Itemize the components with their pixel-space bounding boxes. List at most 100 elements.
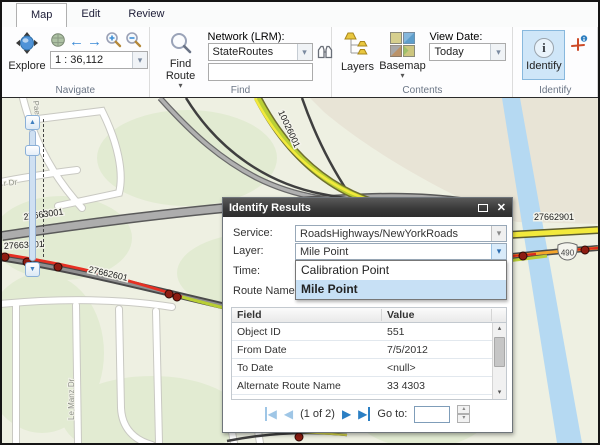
tab-edit[interactable]: Edit [67, 3, 114, 27]
goto-page-input[interactable] [414, 406, 450, 423]
find-route-magnifier-icon [169, 31, 193, 58]
table-row[interactable]: Alternate Route Name 33 4303 [232, 377, 506, 395]
street-label: Le Manz Dr [67, 378, 76, 420]
table-header: Field Value [232, 308, 506, 323]
find-route-button[interactable]: Find Route ▾ [160, 31, 202, 89]
column-header-field[interactable]: Field [232, 309, 382, 321]
last-page-button[interactable]: ▶ [358, 407, 370, 421]
map-zoom-slider: ▲ ▼ [25, 115, 47, 277]
group-navigate: Explore ← → 1 : 36,112 ▾ Navigate [2, 27, 150, 97]
route-shield-490: 490 [558, 243, 577, 260]
identify-info-icon: i [534, 38, 554, 58]
explore-icon [15, 31, 39, 60]
layer-combobox[interactable]: Mile Point ▾ [295, 243, 507, 260]
spinner-down-icon[interactable]: ▾ [457, 414, 470, 423]
chevron-down-icon[interactable]: ▾ [132, 52, 147, 68]
route-label: 27662901 [534, 212, 574, 222]
street-label: r Dr [3, 178, 18, 188]
basemap-icon [390, 32, 415, 60]
table-row[interactable]: From Date 7/5/2012 [232, 341, 506, 359]
layer-label: Layer: [233, 245, 264, 257]
group-contents: Layers Basemap ▾ View Date [332, 27, 513, 97]
table-row[interactable]: Object ID 551 [232, 323, 506, 341]
service-combobox[interactable]: RoadsHighways/NewYorkRoads ▾ [295, 225, 507, 242]
search-binoculars-icon[interactable] [317, 44, 333, 65]
view-date-combobox[interactable]: Today ▾ [429, 43, 506, 61]
dialog-title-bar[interactable]: Identify Results ✕ [223, 198, 512, 217]
attribute-table: Field Value Object ID 551 From Date 7/5/… [231, 307, 507, 400]
full-extent-globe-icon[interactable] [50, 32, 66, 53]
goto-label: Go to: [377, 408, 407, 420]
time-label: Time: [233, 265, 260, 277]
next-page-button[interactable]: ▶ [342, 407, 351, 421]
layer-dropdown-list: Calibration Point Mile Point [295, 260, 507, 300]
dialog-title: Identify Results [229, 202, 311, 214]
previous-page-button[interactable]: ◀ [284, 407, 293, 421]
tab-map[interactable]: Map [16, 3, 67, 27]
zoom-slider-up-button[interactable]: ▲ [25, 115, 40, 130]
identify-results-dialog: Identify Results ✕ Service: RoadsHighway… [222, 197, 513, 433]
application-window: Map Edit Review Explore ← [0, 0, 600, 445]
tab-review[interactable]: Review [114, 3, 178, 27]
table-scrollbar[interactable]: ▴ ▾ [492, 323, 506, 399]
route-name-label: Route Name: [233, 285, 298, 297]
service-label: Service: [233, 227, 273, 239]
layers-label: Layers [341, 61, 374, 73]
result-pager: ◀ ◀ (1 of 2) ▶ ▶ Go to: ▴ ▾ [223, 405, 512, 423]
chevron-down-icon[interactable]: ▾ [491, 226, 506, 241]
group-label-contents: Contents [332, 85, 512, 96]
layer-value: Mile Point [296, 246, 491, 258]
identify-button[interactable]: i Identify [522, 30, 565, 80]
view-date-label: View Date: [429, 31, 482, 43]
zoom-out-icon[interactable] [125, 31, 142, 53]
zoom-slider-ticks [43, 119, 44, 257]
ribbon: Explore ← → 1 : 36,112 ▾ Navigate [2, 27, 598, 97]
group-label-find: Find [150, 85, 332, 96]
chevron-down-icon: ▾ [400, 72, 404, 79]
find-route-label-line1: Find [170, 58, 191, 70]
maximize-icon[interactable] [478, 204, 488, 212]
zoom-slider-handle[interactable] [25, 145, 40, 156]
group-find: Find Route ▾ Network (LRM): StateRoutes … [150, 27, 333, 97]
service-value: RoadsHighways/NewYorkRoads [296, 228, 491, 240]
group-label-identify: Identify [513, 85, 597, 96]
zoom-slider-down-button[interactable]: ▼ [25, 262, 40, 277]
dropdown-option-calibration-point[interactable]: Calibration Point [296, 261, 506, 280]
chevron-down-icon[interactable]: ▾ [490, 44, 505, 60]
chevron-down-icon[interactable]: ▾ [491, 244, 506, 259]
group-identify: i Identify Identify [513, 27, 598, 97]
svg-text:490: 490 [561, 249, 575, 258]
route-input[interactable] [208, 63, 313, 81]
spinner-up-icon[interactable]: ▴ [457, 405, 470, 414]
chevron-down-icon[interactable]: ▾ [297, 44, 312, 60]
network-lrm-value: StateRoutes [209, 46, 297, 58]
table-row[interactable]: To Date <null> [232, 359, 506, 377]
network-lrm-combobox[interactable]: StateRoutes ▾ [208, 43, 313, 61]
previous-extent-icon[interactable]: ← [69, 34, 84, 50]
goto-spinner: ▴ ▾ [457, 405, 470, 423]
identify-route-locations-icon[interactable] [570, 34, 588, 57]
layers-icon [344, 32, 370, 61]
basemap-button[interactable]: Basemap ▾ [380, 32, 424, 79]
explore-button[interactable]: Explore [6, 31, 48, 72]
page-indicator: (1 of 2) [300, 408, 335, 420]
first-page-button[interactable]: ◀ [265, 407, 277, 421]
explore-label: Explore [8, 60, 45, 72]
scroll-down-icon[interactable]: ▾ [493, 387, 506, 399]
network-lrm-label: Network (LRM): [208, 31, 285, 43]
group-label-navigate: Navigate [2, 85, 149, 96]
close-icon[interactable]: ✕ [497, 201, 506, 214]
ribbon-tab-bar: Map Edit Review [2, 2, 598, 27]
layers-button[interactable]: Layers [336, 32, 378, 73]
next-extent-icon[interactable]: → [87, 34, 102, 50]
column-header-value[interactable]: Value [382, 309, 492, 321]
scale-combobox[interactable]: 1 : 36,112 ▾ [50, 51, 148, 69]
zoom-in-icon[interactable] [105, 31, 122, 53]
view-date-value: Today [430, 46, 490, 58]
scroll-up-icon[interactable]: ▴ [493, 323, 506, 335]
scale-value: 1 : 36,112 [51, 54, 132, 66]
dropdown-option-mile-point[interactable]: Mile Point [296, 280, 506, 299]
dialog-body: Service: RoadsHighways/NewYorkRoads ▾ La… [223, 217, 512, 432]
identify-label: Identify [526, 60, 561, 72]
scrollbar-thumb[interactable] [494, 337, 505, 367]
